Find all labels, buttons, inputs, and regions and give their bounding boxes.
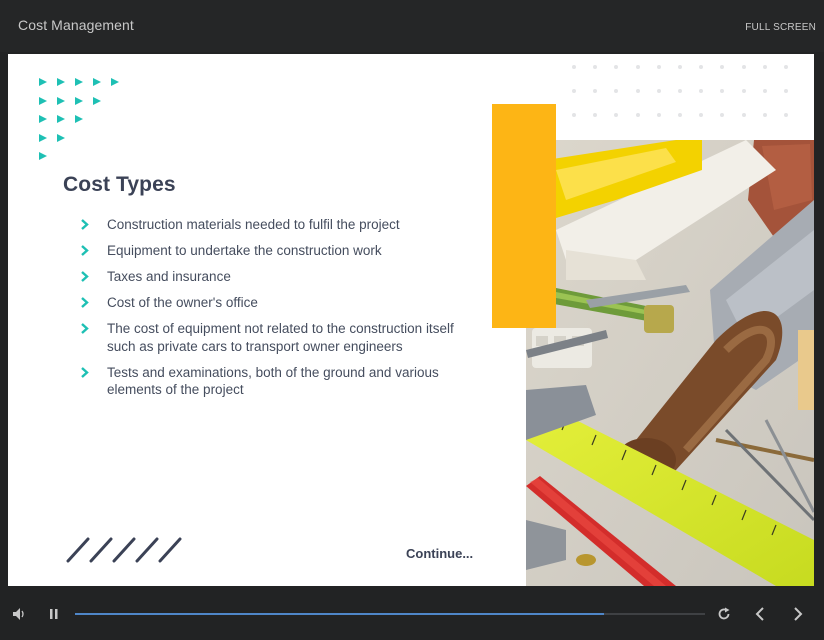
list-item: Equipment to undertake the construction … [80, 242, 480, 260]
dot-icon [699, 65, 704, 69]
fullscreen-button[interactable]: FULL SCREEN [745, 22, 816, 33]
dot-icon [762, 65, 767, 69]
dot-icon [614, 89, 619, 93]
dot-icon [741, 89, 746, 93]
dot-icon [720, 113, 725, 117]
slide-title: Cost Types [63, 173, 176, 196]
continue-link[interactable]: Continue... [406, 546, 473, 561]
chevron-right-icon [81, 297, 89, 308]
next-icon[interactable] [792, 607, 804, 621]
list-item: Taxes and insurance [80, 268, 480, 286]
triangle-icon [93, 78, 101, 86]
dot-icon [762, 113, 767, 117]
triangle-icon [39, 78, 47, 86]
dot-icon [635, 89, 640, 93]
dot-icon [614, 65, 619, 69]
triangle-icon [75, 78, 83, 86]
construction-tools-photo [526, 140, 814, 586]
chevron-right-icon [81, 323, 89, 334]
bullet-text: Cost of the owner's office [107, 295, 258, 310]
dot-icon [678, 65, 682, 69]
list-item: Tests and examinations, both of the grou… [80, 364, 480, 399]
dot-icon [784, 65, 788, 69]
pause-icon[interactable] [48, 608, 60, 620]
dot-icon [784, 89, 788, 93]
dot-icon [593, 89, 598, 93]
dot-icon [784, 113, 788, 117]
list-item: Construction materials needed to fulfil … [80, 216, 480, 234]
triangle-icon [75, 115, 83, 123]
dot-icon [720, 89, 725, 93]
accent-bar [492, 104, 556, 328]
chevron-right-icon [81, 271, 89, 282]
dot-icon [678, 89, 682, 93]
dot-icon [762, 89, 767, 93]
triangle-icon [39, 152, 47, 160]
dot-icon [699, 89, 704, 93]
dot-icon [572, 65, 576, 69]
slash-stripes-decoration [66, 537, 182, 563]
list-item: Cost of the owner's office [80, 294, 480, 312]
replay-icon[interactable] [717, 607, 731, 621]
chevron-right-icon [81, 245, 89, 256]
triangle-icon [57, 96, 65, 105]
dot-icon [699, 113, 704, 117]
dot-icon [741, 113, 746, 117]
dot-icon [635, 65, 640, 69]
player-controls [0, 588, 824, 640]
top-bar: Cost Management FULL SCREEN [0, 0, 824, 52]
dot-icon [656, 89, 661, 93]
dot-icon [656, 65, 661, 69]
chevron-right-icon [81, 366, 89, 378]
app-title: Cost Management [18, 17, 134, 33]
bullet-text: The cost of equipment not related to the… [107, 321, 454, 354]
dot-icon [720, 65, 725, 69]
bullet-text: Construction materials needed to fulfil … [107, 217, 400, 232]
triangle-icon [39, 96, 47, 105]
dot-icon [614, 113, 619, 117]
dot-icon [635, 113, 640, 117]
dot-icon [656, 113, 661, 117]
slide: Cost Types Construction materials needed… [8, 54, 814, 586]
progress-bar[interactable] [75, 613, 705, 615]
progress-fill [75, 613, 605, 615]
list-item: The cost of equipment not related to the… [80, 320, 480, 355]
prev-icon[interactable] [754, 607, 766, 621]
bullet-list: Construction materials needed to fulfil … [80, 216, 480, 399]
bullet-text: Tests and examinations, both of the grou… [107, 364, 439, 398]
triangle-icon [93, 96, 101, 105]
volume-icon[interactable] [12, 607, 28, 621]
dot-icon [593, 65, 598, 69]
dot-icon [572, 113, 576, 117]
bullet-text: Equipment to undertake the construction … [107, 243, 382, 258]
bullet-text: Taxes and insurance [107, 269, 231, 284]
dot-icon [572, 89, 576, 93]
dot-icon [593, 113, 598, 117]
triangle-icon [75, 96, 83, 105]
triangle-icon [39, 133, 47, 142]
dot-icon [741, 65, 746, 69]
dot-icon [678, 113, 682, 117]
chevron-right-icon [81, 219, 89, 230]
triangle-icon [39, 115, 47, 123]
triangle-icon [57, 115, 65, 123]
triangle-icon [57, 78, 65, 86]
triangle-icon [111, 78, 119, 86]
triangle-icon [57, 133, 65, 142]
